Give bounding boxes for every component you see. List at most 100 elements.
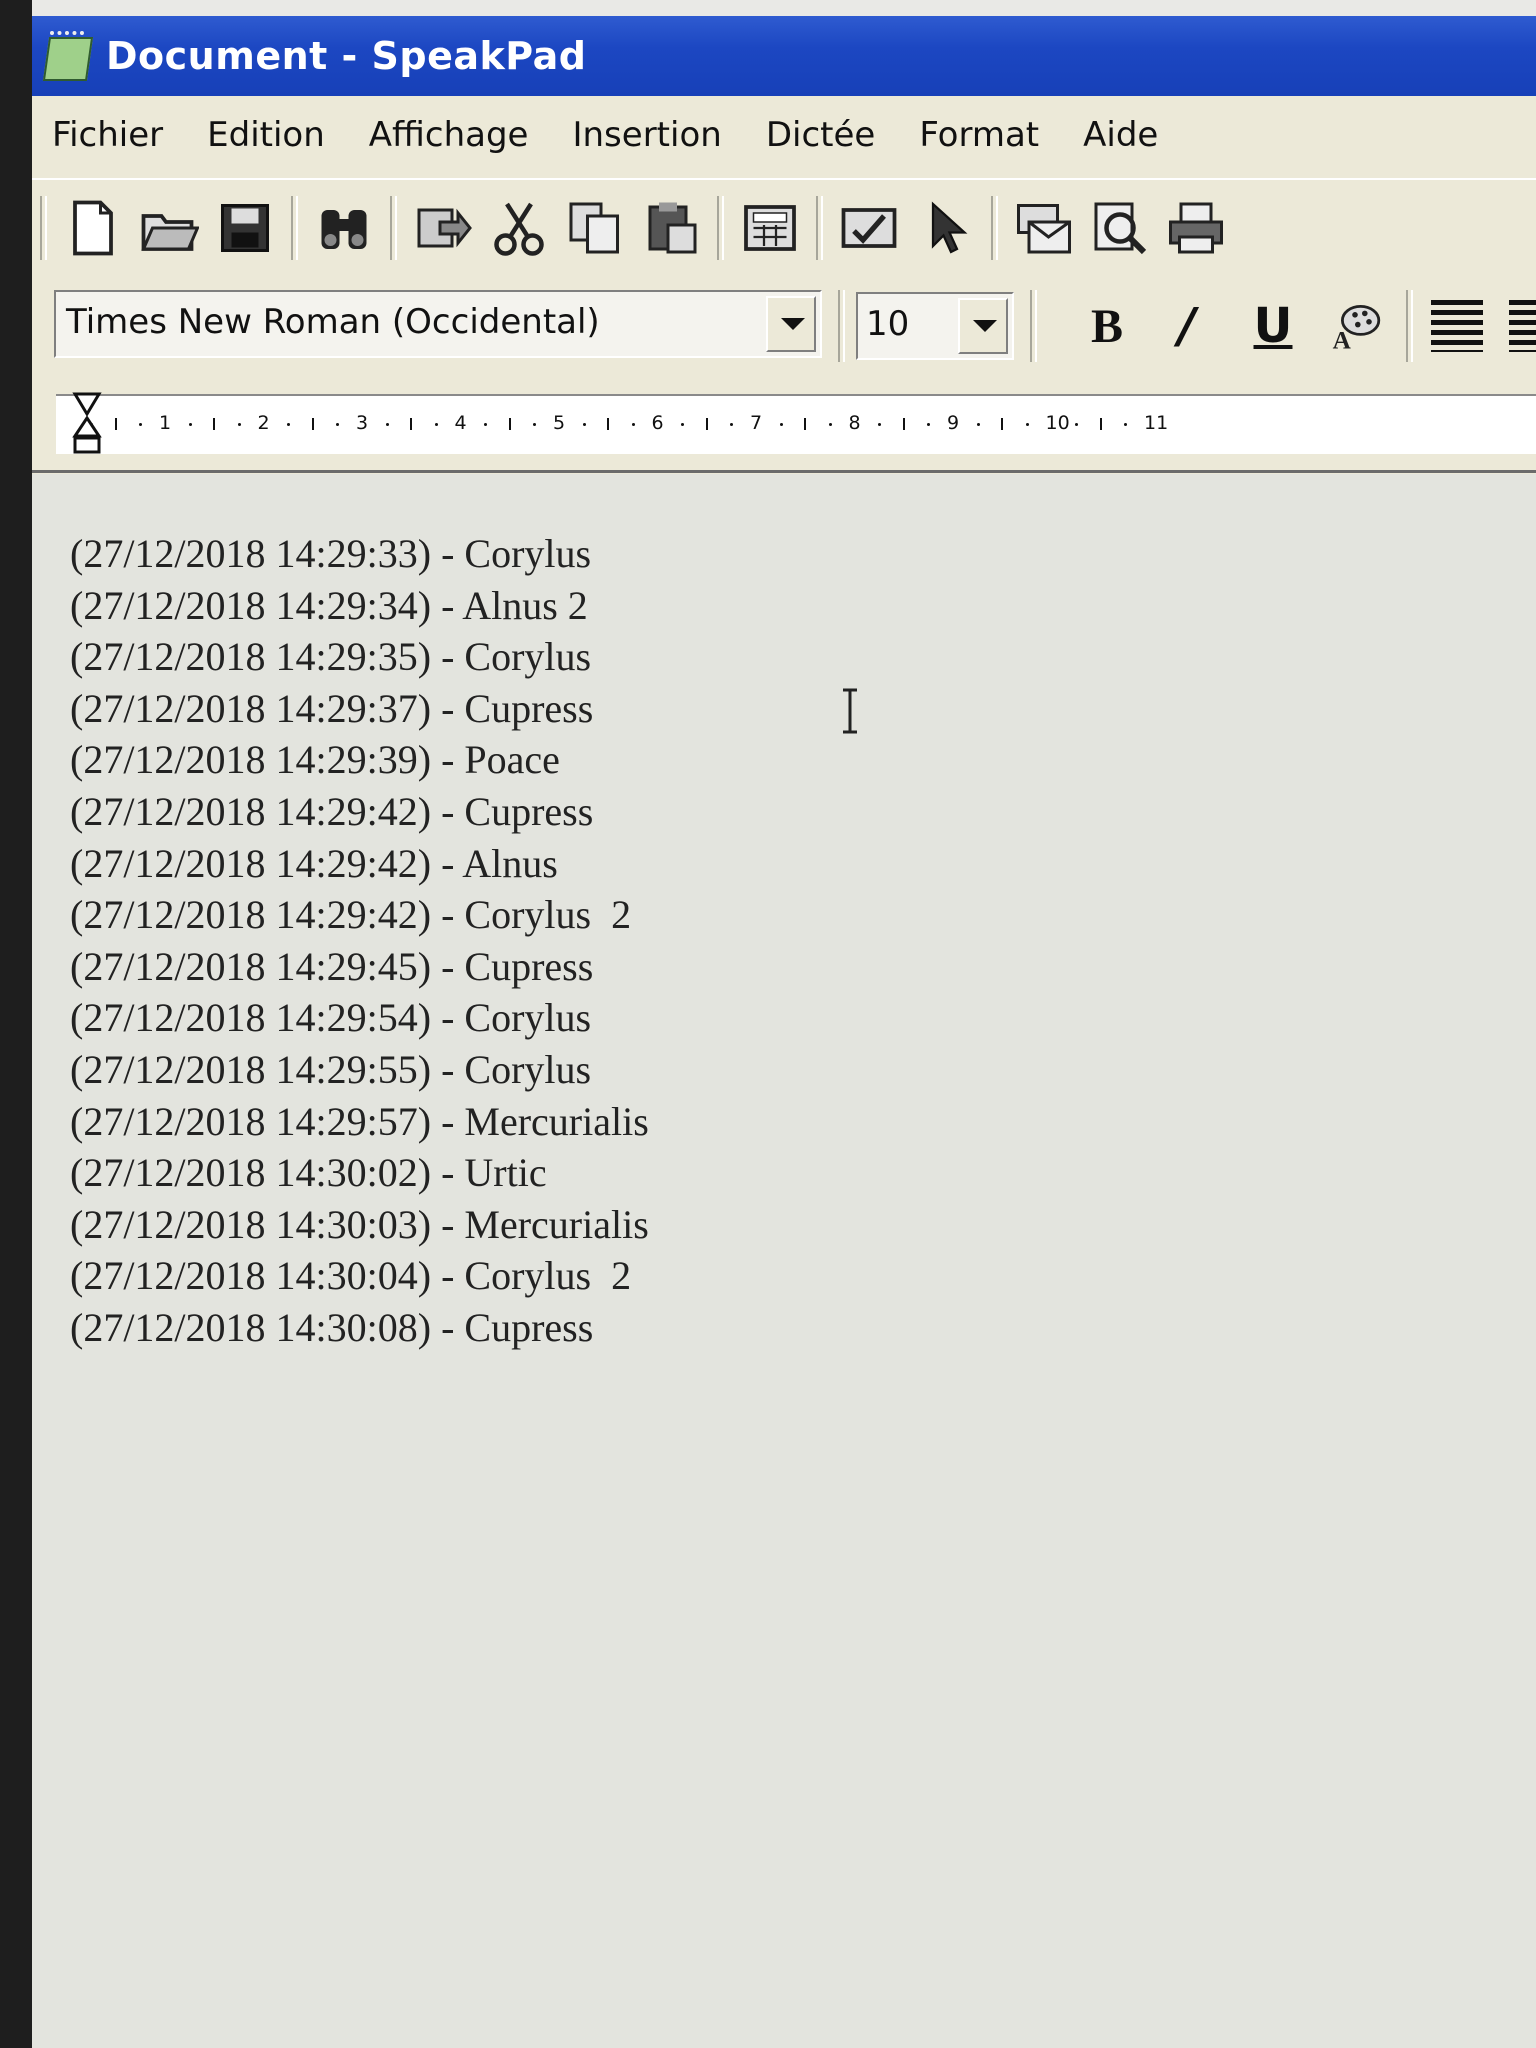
menu-format[interactable]: Format (919, 115, 1039, 155)
italic-button[interactable]: / (1154, 294, 1220, 358)
menu-affichage[interactable]: Affichage (369, 115, 529, 155)
document-line[interactable]: (27/12/2018 14:29:39) - Poace (70, 734, 649, 786)
formatting-toolbar: Times New Roman (Occidental) 10 B / U A (32, 278, 1536, 376)
document-line[interactable]: (27/12/2018 14:29:55) - Corylus (70, 1044, 649, 1096)
spellcheck-icon[interactable] (833, 192, 905, 264)
ruler-scale[interactable]: 1 2 3 4 5 6 7 8 9 10 11 (56, 394, 1536, 454)
ruler: 1 2 3 4 5 6 7 8 9 10 11 (32, 380, 1536, 473)
document-line[interactable]: (27/12/2018 14:29:42) - Cupress (70, 786, 649, 838)
document-line[interactable]: (27/12/2018 14:29:34) - Alnus 2 (70, 580, 649, 632)
document-line[interactable]: (27/12/2018 14:30:02) - Urtic (70, 1147, 649, 1199)
find-icon[interactable] (308, 192, 380, 264)
document-line[interactable]: (27/12/2018 14:29:42) - Corylus 2 (70, 889, 649, 941)
cut-icon[interactable] (483, 192, 555, 264)
bold-button[interactable]: B (1074, 294, 1140, 358)
indent-marker-icon[interactable] (72, 392, 102, 454)
ruler-dot (434, 423, 438, 426)
ruler-dot (287, 423, 291, 426)
ruler-dot (484, 423, 488, 426)
ruler-dot (631, 423, 635, 426)
document-text[interactable]: (27/12/2018 14:29:33) - Corylus (27/12/20… (70, 528, 649, 1354)
text-cursor-icon (843, 688, 857, 734)
ruler-tick (705, 418, 708, 430)
new-document-icon[interactable] (57, 192, 129, 264)
toolbar-separator (390, 196, 397, 260)
document-line[interactable]: (27/12/2018 14:30:08) - Cupress (70, 1302, 649, 1354)
ruler-tick (804, 418, 807, 430)
menu-dictee[interactable]: Dictée (766, 115, 876, 155)
text-color-palette-icon[interactable]: A (1322, 294, 1388, 358)
toolbar-grip (40, 196, 47, 260)
ruler-dot (976, 423, 980, 426)
ruler-tick (508, 418, 511, 430)
calculator-icon[interactable] (734, 192, 806, 264)
menu-insertion[interactable]: Insertion (572, 115, 721, 155)
ruler-tick (902, 418, 905, 430)
paste-icon[interactable] (635, 192, 707, 264)
font-size-select[interactable]: 10 (856, 292, 1014, 360)
ruler-tick (311, 418, 314, 430)
ruler-dot (681, 423, 685, 426)
standard-toolbar (32, 178, 1536, 276)
print-preview-icon[interactable] (1084, 192, 1156, 264)
speakpad-window: Document - SpeakPad Fichier Edition Affi… (32, 16, 1536, 2048)
document-line[interactable]: (27/12/2018 14:29:54) - Corylus (70, 992, 649, 1044)
ruler-number: 3 (356, 412, 369, 434)
document-line[interactable]: (27/12/2018 14:29:37) - Cupress (70, 683, 649, 735)
toolbar-separator (717, 196, 724, 260)
ruler-number: 1 (159, 412, 172, 434)
ruler-number: 5 (553, 412, 566, 434)
ruler-number: 7 (750, 412, 763, 434)
ruler-number: 2 (257, 412, 270, 434)
menu-aide[interactable]: Aide (1083, 115, 1158, 155)
title-bar[interactable]: Document - SpeakPad (32, 16, 1536, 96)
font-dropdown-arrow-icon[interactable] (766, 296, 816, 352)
pointer-icon[interactable] (909, 192, 981, 264)
document-line[interactable]: (27/12/2018 14:29:35) - Corylus (70, 631, 649, 683)
ruler-tick (213, 418, 216, 430)
svg-text:A: A (1333, 327, 1351, 354)
ruler-dot (336, 423, 340, 426)
underline-button[interactable]: U (1240, 294, 1306, 358)
ruler-dot (385, 423, 389, 426)
ruler-dot (1025, 423, 1029, 426)
document-line[interactable]: (27/12/2018 14:29:33) - Corylus (70, 528, 649, 580)
ruler-tick (410, 418, 413, 430)
window-title: Document - SpeakPad (106, 34, 587, 78)
speakpad-app-icon (42, 31, 94, 81)
monitor-bezel (0, 0, 32, 2048)
ruler-dot (582, 423, 586, 426)
align-center-icon[interactable] (1502, 294, 1536, 358)
ruler-tick (1001, 418, 1004, 430)
ruler-dot (730, 423, 734, 426)
copy-icon[interactable] (559, 192, 631, 264)
export-icon[interactable] (407, 192, 479, 264)
open-folder-icon[interactable] (133, 192, 205, 264)
ruler-dot (1075, 423, 1079, 426)
font-size-value: 10 (866, 304, 910, 344)
print-icon[interactable] (1160, 192, 1232, 264)
document-line[interactable]: (27/12/2018 14:30:03) - Mercurialis (70, 1199, 649, 1251)
font-family-value: Times New Roman (Occidental) (66, 302, 600, 342)
document-line[interactable]: (27/12/2018 14:29:42) - Alnus (70, 838, 649, 890)
toolbar-separator (816, 196, 823, 260)
font-family-select[interactable]: Times New Roman (Occidental) (54, 290, 822, 358)
size-dropdown-arrow-icon[interactable] (958, 298, 1008, 354)
document-area[interactable]: (27/12/2018 14:29:33) - Corylus (27/12/20… (32, 474, 1536, 2048)
document-line[interactable]: (27/12/2018 14:30:04) - Corylus 2 (70, 1250, 649, 1302)
align-left-icon[interactable] (1424, 294, 1490, 358)
ruler-tick (114, 418, 117, 430)
ruler-tick (1099, 418, 1102, 430)
document-line[interactable]: (27/12/2018 14:29:57) - Mercurialis (70, 1096, 649, 1148)
ruler-number: 10 (1045, 412, 1070, 434)
top-strip (32, 0, 1536, 16)
save-icon[interactable] (209, 192, 281, 264)
ruler-dot (237, 423, 241, 426)
ruler-number: 4 (454, 412, 467, 434)
menu-fichier[interactable]: Fichier (52, 115, 163, 155)
mail-icon[interactable] (1008, 192, 1080, 264)
document-line[interactable]: (27/12/2018 14:29:45) - Cupress (70, 941, 649, 993)
menu-edition[interactable]: Edition (207, 115, 325, 155)
ruler-tick (607, 418, 610, 430)
ruler-dot (533, 423, 537, 426)
